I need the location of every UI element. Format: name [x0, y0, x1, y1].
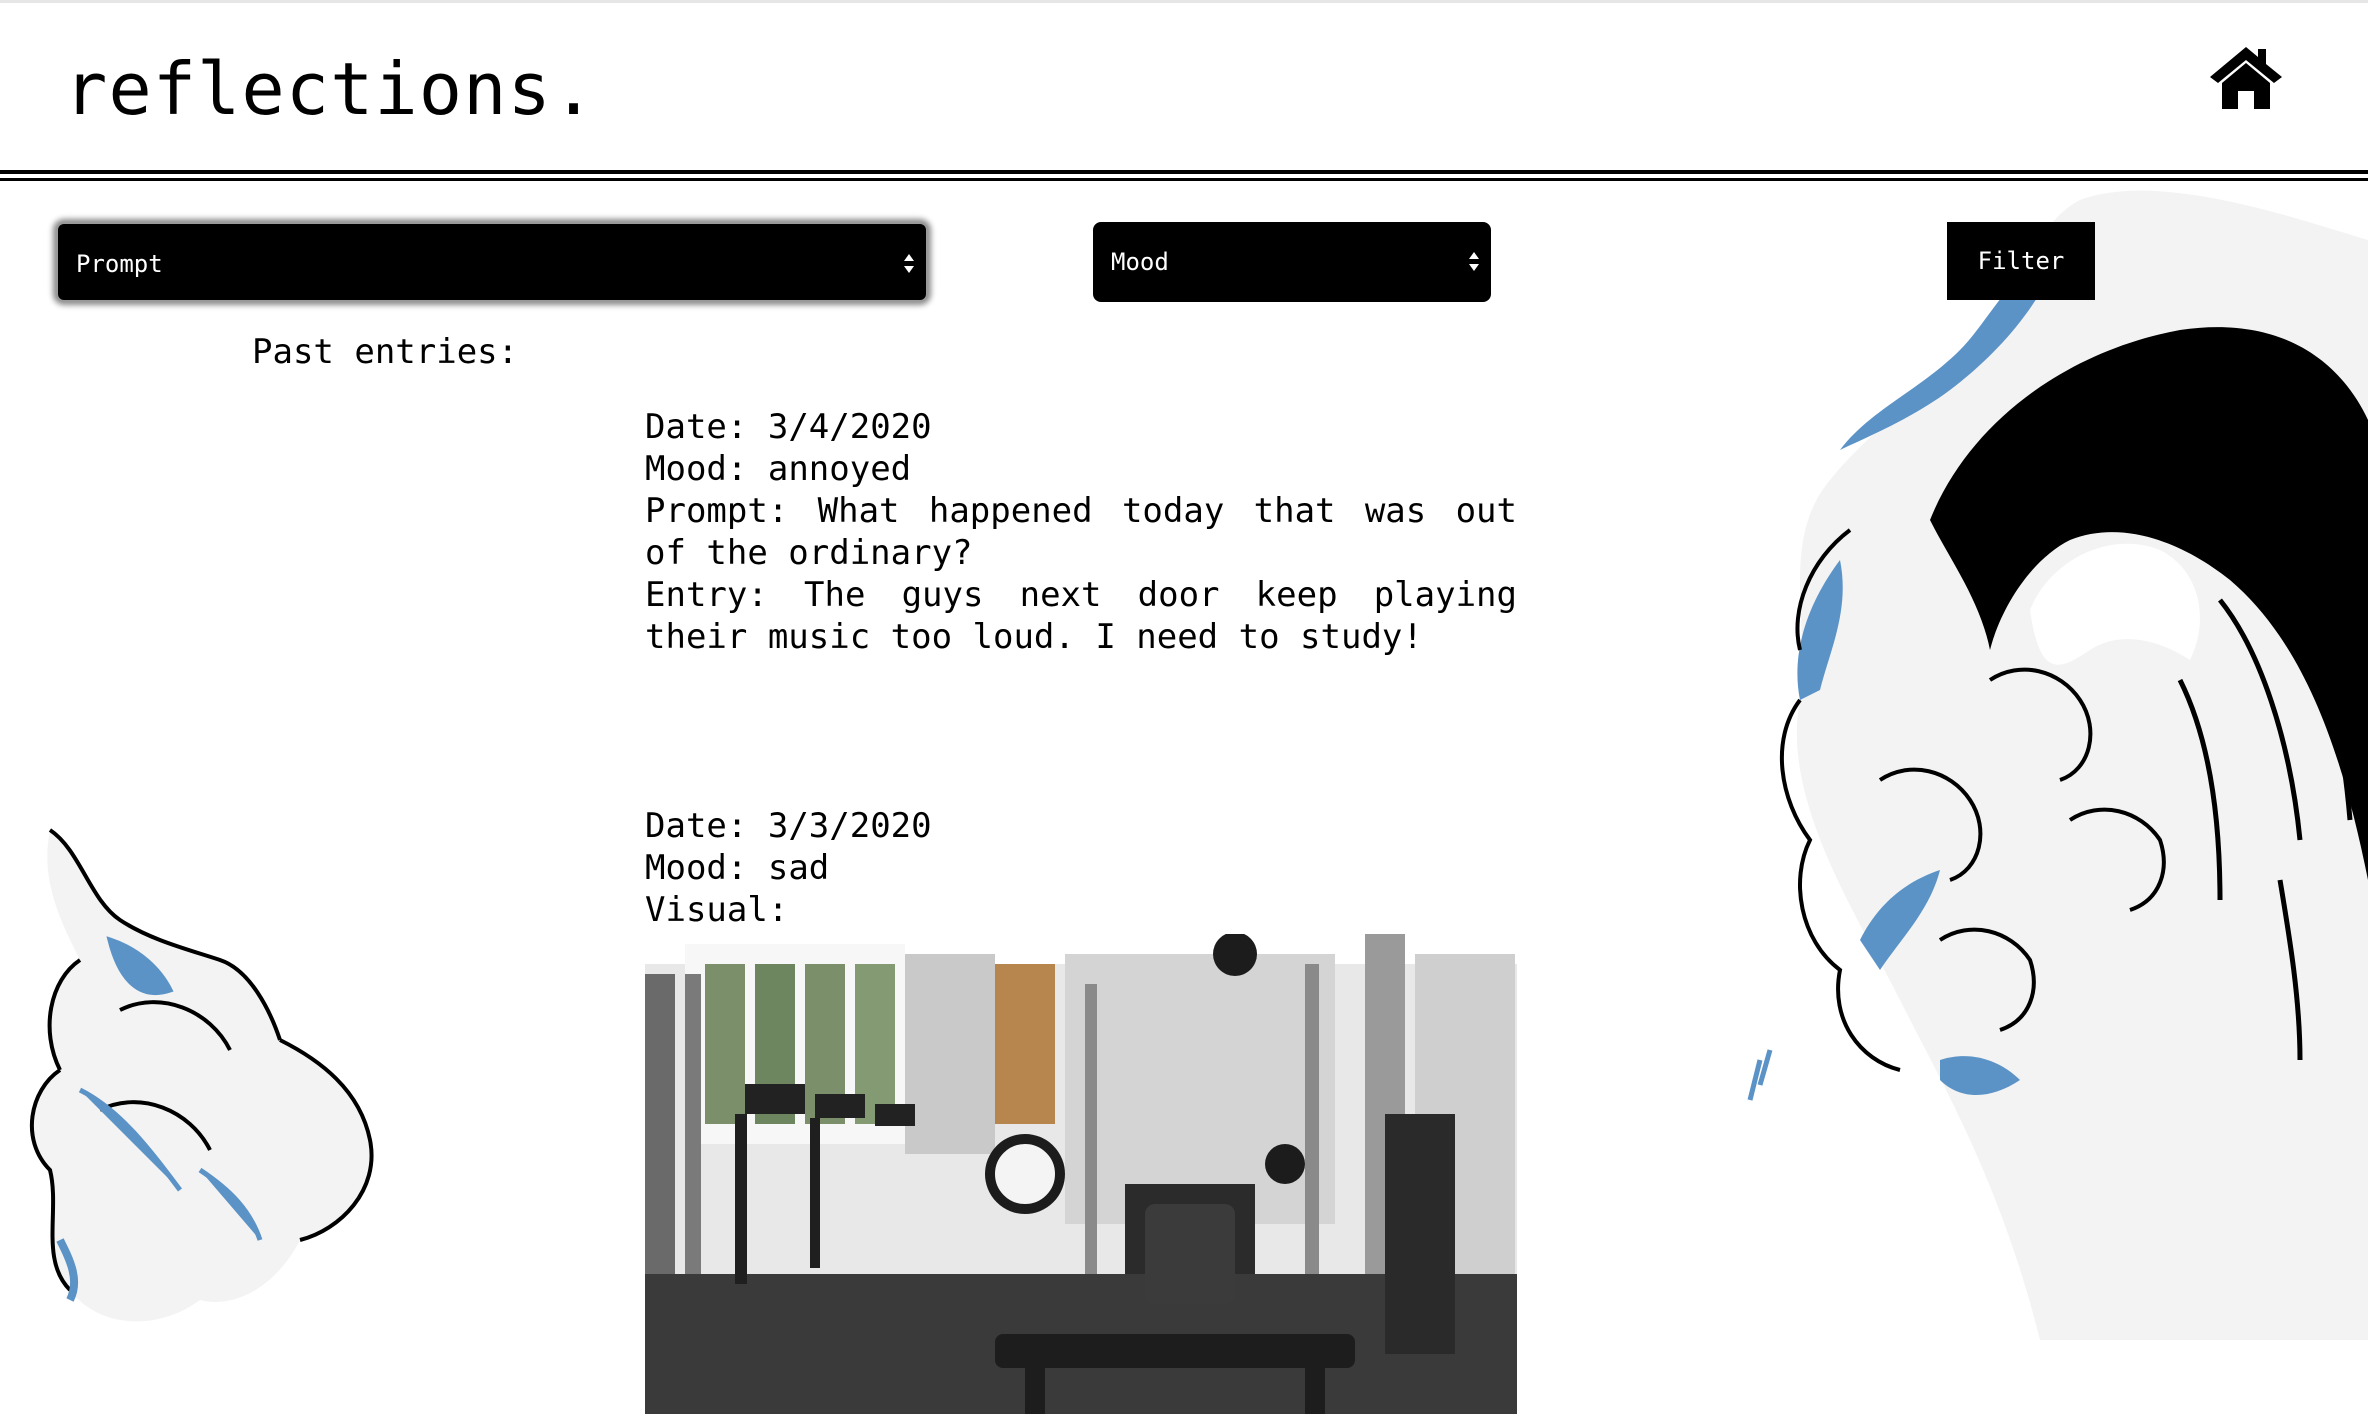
- entry-mood-line: Mood: annoyed: [645, 449, 912, 489]
- select-arrows-icon: [902, 250, 916, 278]
- home-button[interactable]: [2208, 43, 2284, 113]
- entry-mood-line: Mood: sad: [645, 848, 830, 888]
- entry-text-line: Entry: The guys next door keep playing t…: [645, 575, 1517, 657]
- app-title[interactable]: reflections.: [64, 49, 596, 129]
- mood-select-value: Mood: [1111, 248, 1169, 276]
- entry-text: The guys next door keep playing their mu…: [645, 575, 1517, 657]
- mood-select[interactable]: Mood: [1093, 222, 1491, 302]
- journal-entry: Date: 3/3/2020 Mood: sad Visual:: [645, 805, 1517, 931]
- entry-date-line: Date: 3/4/2020: [645, 407, 932, 447]
- prompt-select-value: Prompt: [76, 250, 163, 278]
- prompt-select[interactable]: Prompt: [56, 222, 928, 302]
- header-divider: [0, 170, 2368, 174]
- filter-button[interactable]: Filter: [1947, 222, 2095, 300]
- entry-mood: annoyed: [767, 449, 912, 489]
- entry-date: 3/4/2020: [767, 407, 932, 447]
- page: reflections. Prompt Mood Filter Past ent…: [0, 0, 2368, 1414]
- home-icon: [2210, 47, 2282, 109]
- entry-date: 3/3/2020: [767, 806, 932, 846]
- app-header: reflections.: [0, 0, 2368, 178]
- entry-visual-label: Visual:: [645, 890, 789, 930]
- header-divider-secondary: [0, 178, 2368, 181]
- entry-date-line: Date: 3/3/2020: [645, 806, 932, 846]
- decorative-cloud-art: [29, 828, 374, 1322]
- past-entries-heading: Past entries:: [252, 332, 519, 372]
- journal-entry: Date: 3/4/2020 Mood: annoyed Prompt: Wha…: [645, 406, 1517, 658]
- entry-visual-image: [645, 934, 1517, 1414]
- entry-mood: sad: [767, 848, 830, 888]
- entry-prompt-line: Prompt: What happened today that was out…: [645, 491, 1517, 573]
- select-arrows-icon: [1467, 248, 1481, 276]
- decorative-wave-art: [1747, 190, 2368, 1340]
